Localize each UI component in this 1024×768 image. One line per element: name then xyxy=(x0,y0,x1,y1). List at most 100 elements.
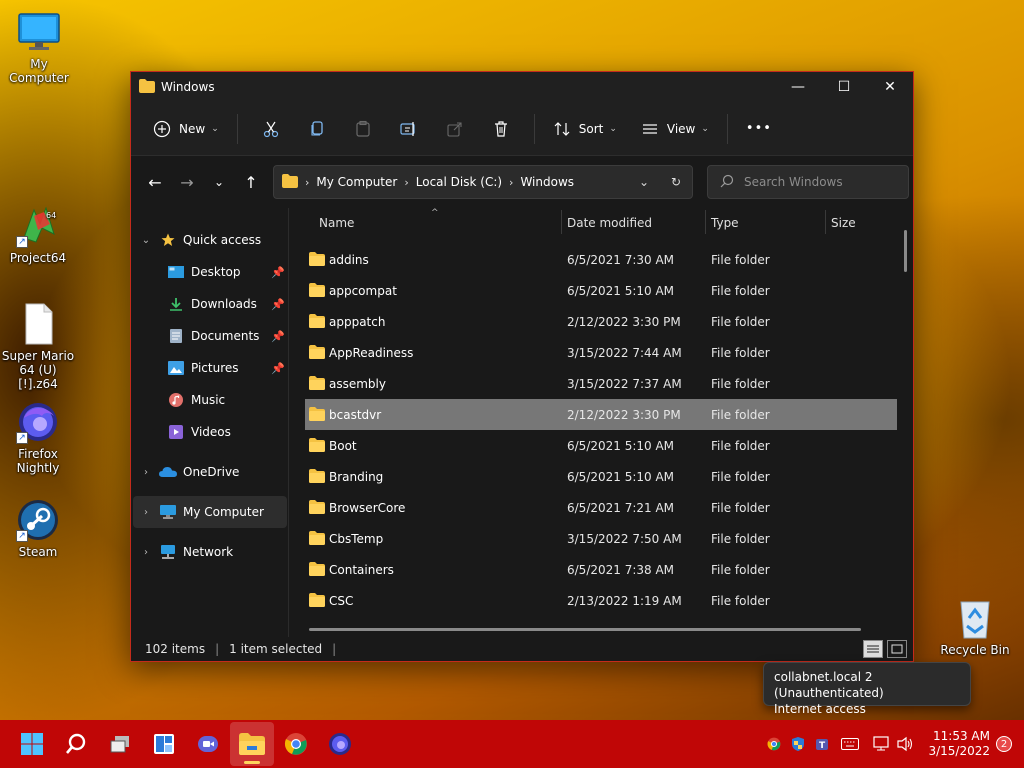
nav-downloads[interactable]: Downloads 📌 xyxy=(131,288,289,320)
selection-count: 1 item selected xyxy=(229,642,323,656)
view-button[interactable]: View ⌄ xyxy=(633,113,717,145)
network-tray-icon[interactable] xyxy=(870,732,894,756)
desktop-icon-project64[interactable]: 64 ↗ Project64 xyxy=(0,204,76,265)
desktop-icon-mario-rom[interactable]: Super Mario 64 (U) [!].z64 xyxy=(0,302,76,391)
nav-desktop[interactable]: Desktop 📌 xyxy=(131,256,289,288)
file-type: File folder xyxy=(711,252,770,267)
file-row[interactable]: apppatch 2/12/2022 3:30 PM File folder xyxy=(305,306,897,337)
file-row[interactable]: BrowserCore 6/5/2021 7:21 AM File folder xyxy=(305,492,897,523)
copy-button[interactable] xyxy=(294,113,340,145)
nav-network[interactable]: › Network xyxy=(131,536,289,568)
back-button[interactable]: ← xyxy=(139,166,171,198)
recent-locations-button[interactable]: ⌄ xyxy=(203,166,235,198)
firefox-nightly-taskbar-button[interactable] xyxy=(318,722,362,766)
vertical-scrollbar[interactable] xyxy=(904,230,907,272)
file-type: File folder xyxy=(711,531,770,546)
nav-documents[interactable]: Documents 📌 xyxy=(131,320,289,352)
paste-button[interactable] xyxy=(340,113,386,145)
up-button[interactable]: ↑ xyxy=(235,166,267,198)
more-options-button[interactable]: ••• xyxy=(738,113,780,145)
monitor-icon xyxy=(159,504,177,520)
window-title: Windows xyxy=(161,80,215,94)
maximize-button[interactable]: ☐ xyxy=(821,72,867,102)
clock-date: 3/15/2022 xyxy=(928,744,990,758)
nav-my-computer[interactable]: › My Computer xyxy=(133,496,287,528)
address-dropdown-button[interactable]: ⌄ xyxy=(628,166,660,198)
file-row[interactable]: Containers 6/5/2021 7:38 AM File folder xyxy=(305,554,897,585)
nav-onedrive[interactable]: › OneDrive xyxy=(131,456,289,488)
column-header-date-modified[interactable]: Date modified xyxy=(567,216,652,230)
address-bar[interactable]: › My Computer › Local Disk (C:) › Window… xyxy=(273,165,693,199)
teams-tray-icon[interactable]: T xyxy=(810,732,834,756)
horizontal-scrollbar[interactable] xyxy=(309,628,861,631)
security-shield-icon[interactable] xyxy=(786,732,810,756)
sort-button[interactable]: Sort ⌄ xyxy=(545,113,625,145)
file-row[interactable]: appcompat 6/5/2021 5:10 AM File folder xyxy=(305,275,897,306)
nav-pictures[interactable]: Pictures 📌 xyxy=(131,352,289,384)
teams-chat-button[interactable] xyxy=(186,722,230,766)
search-box[interactable] xyxy=(707,165,909,199)
column-header-size[interactable]: Size xyxy=(831,216,856,230)
details-view-button[interactable] xyxy=(863,640,883,658)
file-row[interactable]: assembly 3/15/2022 7:37 AM File folder xyxy=(305,368,897,399)
file-row[interactable]: CbsTemp 3/15/2022 7:50 AM File folder xyxy=(305,523,897,554)
breadcrumb-local-disk[interactable]: Local Disk (C:) xyxy=(416,175,502,189)
close-button[interactable]: ✕ xyxy=(867,72,913,102)
nav-quick-access[interactable]: ⌄ Quick access xyxy=(131,224,289,256)
column-header-type[interactable]: Type xyxy=(711,216,739,230)
widgets-button[interactable] xyxy=(142,722,186,766)
desktop-icon-firefox-nightly[interactable]: ↗ Firefox Nightly xyxy=(0,400,76,475)
rename-button[interactable] xyxy=(386,113,432,145)
delete-button[interactable] xyxy=(478,113,524,145)
widgets-icon xyxy=(154,734,174,754)
file-row[interactable]: addins 6/5/2021 7:30 AM File folder xyxy=(305,244,897,275)
large-icons-view-button[interactable] xyxy=(887,640,907,658)
file-date-modified: 6/5/2021 7:38 AM xyxy=(567,562,675,577)
search-input[interactable] xyxy=(744,175,894,189)
nav-music[interactable]: Music xyxy=(131,384,289,416)
task-view-button[interactable] xyxy=(98,722,142,766)
start-button[interactable] xyxy=(10,722,54,766)
status-divider: | xyxy=(215,642,220,656)
file-type: File folder xyxy=(711,500,770,515)
file-date-modified: 6/5/2021 7:21 AM xyxy=(567,500,675,515)
file-row[interactable]: bcastdvr 2/12/2022 3:30 PM File folder xyxy=(305,399,897,430)
file-row[interactable]: CSC 2/13/2022 1:19 AM File folder xyxy=(305,585,897,616)
folder-icon xyxy=(309,438,325,455)
breadcrumb-windows[interactable]: Windows xyxy=(520,175,574,189)
cut-button[interactable] xyxy=(248,113,294,145)
network-icon xyxy=(159,544,177,560)
chrome-tray-icon[interactable] xyxy=(762,732,786,756)
minimize-button[interactable]: — xyxy=(775,72,821,102)
file-date-modified: 6/5/2021 5:10 AM xyxy=(567,283,675,298)
file-explorer-taskbar-button[interactable] xyxy=(230,722,274,766)
star-icon xyxy=(159,232,177,248)
file-name: assembly xyxy=(329,376,386,391)
keyboard-icon[interactable] xyxy=(838,732,862,756)
new-button[interactable]: New ⌄ xyxy=(145,113,227,145)
scissors-icon xyxy=(263,121,278,137)
file-row[interactable]: AppReadiness 3/15/2022 7:44 AM File folder xyxy=(305,337,897,368)
title-bar[interactable]: Windows — ☐ ✕ xyxy=(131,72,913,102)
file-type: File folder xyxy=(711,314,770,329)
forward-button[interactable]: → xyxy=(171,166,203,198)
volume-icon[interactable] xyxy=(894,732,918,756)
desktop-icon-steam[interactable]: ↗ Steam xyxy=(0,498,76,559)
search-button[interactable] xyxy=(54,722,98,766)
desktop-icon xyxy=(167,264,185,280)
notification-badge[interactable]: 2 xyxy=(996,736,1012,752)
desktop-icon-my-computer[interactable]: My Computer xyxy=(1,10,77,85)
file-type: File folder xyxy=(711,283,770,298)
address-row: ← → ⌄ ↑ › My Computer › Local Disk (C:) … xyxy=(131,156,913,208)
file-row[interactable]: Boot 6/5/2021 5:10 AM File folder xyxy=(305,430,897,461)
breadcrumb-my-computer[interactable]: My Computer xyxy=(316,175,397,189)
column-header-name[interactable]: Name xyxy=(319,216,354,230)
nav-videos[interactable]: Videos xyxy=(131,416,289,448)
chrome-button[interactable] xyxy=(274,722,318,766)
plus-circle-icon xyxy=(153,120,171,137)
file-row[interactable]: Branding 6/5/2021 5:10 AM File folder xyxy=(305,461,897,492)
desktop-icon-recycle-bin[interactable]: Recycle Bin xyxy=(936,596,1014,657)
refresh-button[interactable]: ↻ xyxy=(660,166,692,198)
share-button[interactable] xyxy=(432,113,478,145)
clock[interactable]: 11:53 AM 3/15/2022 xyxy=(928,729,990,759)
